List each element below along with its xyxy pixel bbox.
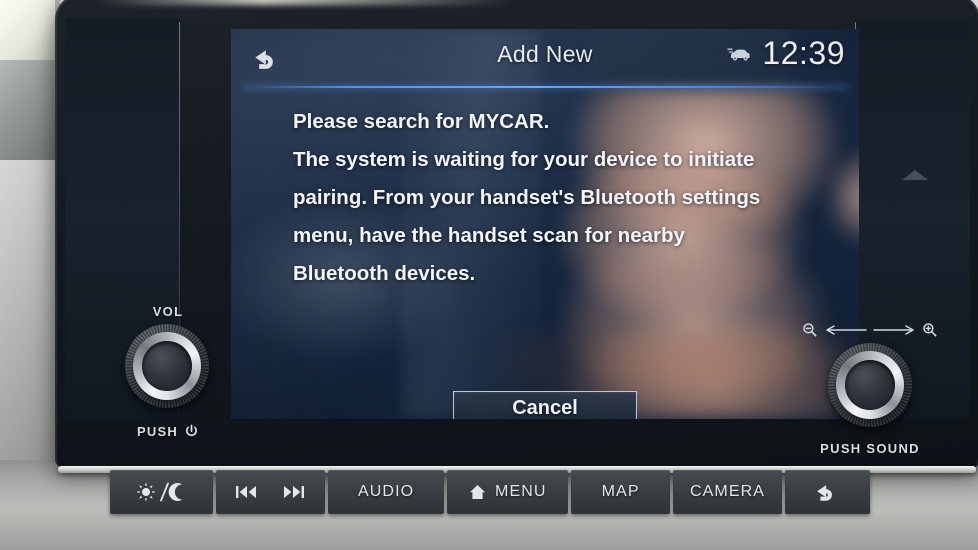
volume-label: VOL bbox=[152, 304, 184, 319]
hardkey-back[interactable] bbox=[784, 470, 870, 514]
arrow-right-icon bbox=[873, 325, 914, 335]
volume-knob-group: VOL PUSH bbox=[103, 304, 233, 454]
sound-knob-group: PUSH SOUND bbox=[800, 319, 940, 469]
bezel-top-glare bbox=[95, 0, 515, 5]
reflection-thumb bbox=[831, 149, 859, 269]
power-icon bbox=[185, 424, 197, 437]
hardkey-audio[interactable]: AUDIO bbox=[327, 470, 445, 514]
infotainment-head-unit: Add New 12:39 Please search for MYCAR. T… bbox=[55, 0, 978, 469]
hardkey-map[interactable]: MAP bbox=[571, 470, 671, 514]
clock-text: 12:39 bbox=[762, 35, 845, 71]
message-line: menu, have the handset scan for nearby bbox=[293, 224, 685, 247]
volume-push-group: PUSH bbox=[103, 424, 233, 439]
knob-chrome-ring bbox=[836, 351, 904, 419]
back-arrow-icon bbox=[817, 484, 833, 501]
message-line: Please search for MYCAR. bbox=[293, 110, 550, 133]
header-divider bbox=[243, 86, 847, 88]
status-clock-group: 12:39 bbox=[727, 35, 845, 72]
message-line: The system is waiting for your device to… bbox=[293, 148, 755, 171]
car-interior-scene: Add New 12:39 Please search for MYCAR. T… bbox=[0, 0, 978, 550]
push-label: PUSH bbox=[137, 424, 178, 439]
knob-face bbox=[142, 341, 192, 391]
cancel-button[interactable]: Cancel bbox=[453, 391, 637, 419]
window-glare bbox=[0, 0, 55, 60]
zoom-out-icon bbox=[803, 323, 817, 337]
chevron-up-icon bbox=[902, 170, 928, 180]
sound-knob[interactable] bbox=[828, 343, 912, 427]
knob-chrome-ring bbox=[133, 332, 201, 400]
push-sound-label: PUSH SOUND bbox=[820, 441, 920, 456]
screen-header: Add New 12:39 bbox=[231, 29, 859, 88]
message-line: Bluetooth devices. bbox=[293, 262, 476, 285]
sun-moon-icon bbox=[136, 482, 183, 502]
zoom-indicator-row bbox=[800, 319, 940, 341]
zoom-in-icon bbox=[923, 323, 937, 337]
arrow-left-icon bbox=[826, 325, 867, 335]
message-line: pairing. From your handset's Bluetooth s… bbox=[293, 186, 761, 209]
volume-knob[interactable] bbox=[125, 324, 209, 408]
hardkey-track[interactable] bbox=[215, 470, 325, 514]
knob-face bbox=[845, 360, 895, 410]
previous-track-icon bbox=[236, 486, 257, 498]
hardkey-menu[interactable]: MENU bbox=[447, 470, 569, 514]
message-block: Please search for MYCAR. The system is w… bbox=[293, 103, 833, 293]
car-icon bbox=[727, 48, 751, 60]
hardkey-camera[interactable]: CAMERA bbox=[673, 470, 782, 514]
home-icon bbox=[470, 485, 486, 499]
lcd-screen: Add New 12:39 Please search for MYCAR. T… bbox=[231, 29, 859, 419]
hardkey-menu-label: MENU bbox=[495, 483, 547, 500]
hardkey-bar: AUDIO MENU MAP CAMERA bbox=[110, 470, 870, 514]
next-track-icon bbox=[284, 486, 305, 498]
hardkey-brightness[interactable] bbox=[110, 470, 213, 514]
